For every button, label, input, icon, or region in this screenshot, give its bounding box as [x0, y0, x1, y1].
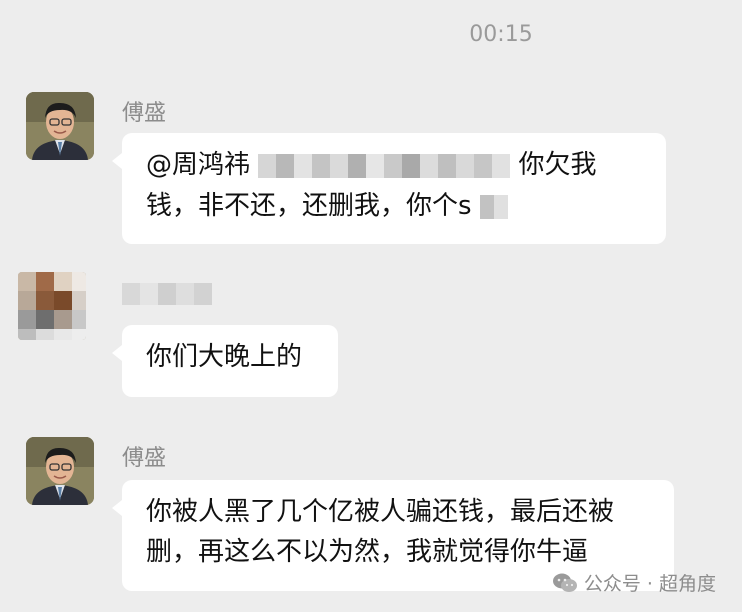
sender-name: 傅盛 [122, 101, 167, 126]
message-line: 你们大晚上的 [146, 342, 303, 372]
watermark: 公众号 · 超角度 [552, 569, 716, 596]
redacted-mosaic [122, 281, 212, 306]
message-line: @周鸿祎 你欠我 [146, 145, 642, 186]
message-timestamp: 00:15 [469, 22, 533, 47]
message-line: 钱，非不还，还删我，你个s [146, 186, 642, 227]
message-bubble[interactable]: 你们大晚上的 [112, 325, 338, 397]
sender-name: 傅盛 [122, 446, 167, 471]
avatar[interactable] [26, 437, 94, 505]
avatar-portrait-icon [26, 437, 94, 505]
avatar[interactable] [26, 92, 94, 160]
redacted-mosaic [479, 186, 508, 226]
avatar[interactable] [18, 272, 86, 340]
watermark-text: 公众号 · 超角度 [583, 573, 716, 595]
message-bubble[interactable]: @周鸿祎 你欠我 钱，非不还，还删我，你个s [112, 133, 666, 244]
sender-name-redacted [122, 280, 212, 306]
avatar-portrait-icon [26, 92, 94, 160]
message-line: 你被人黑了几个亿被人骗还钱，最后还被 [146, 497, 615, 527]
wechat-official-account-icon [552, 573, 577, 592]
blurred-avatar-icon [18, 272, 86, 340]
redacted-mosaic [258, 146, 511, 186]
message-line: 删，再这么不以为然，我就觉得你牛逼 [146, 537, 589, 567]
